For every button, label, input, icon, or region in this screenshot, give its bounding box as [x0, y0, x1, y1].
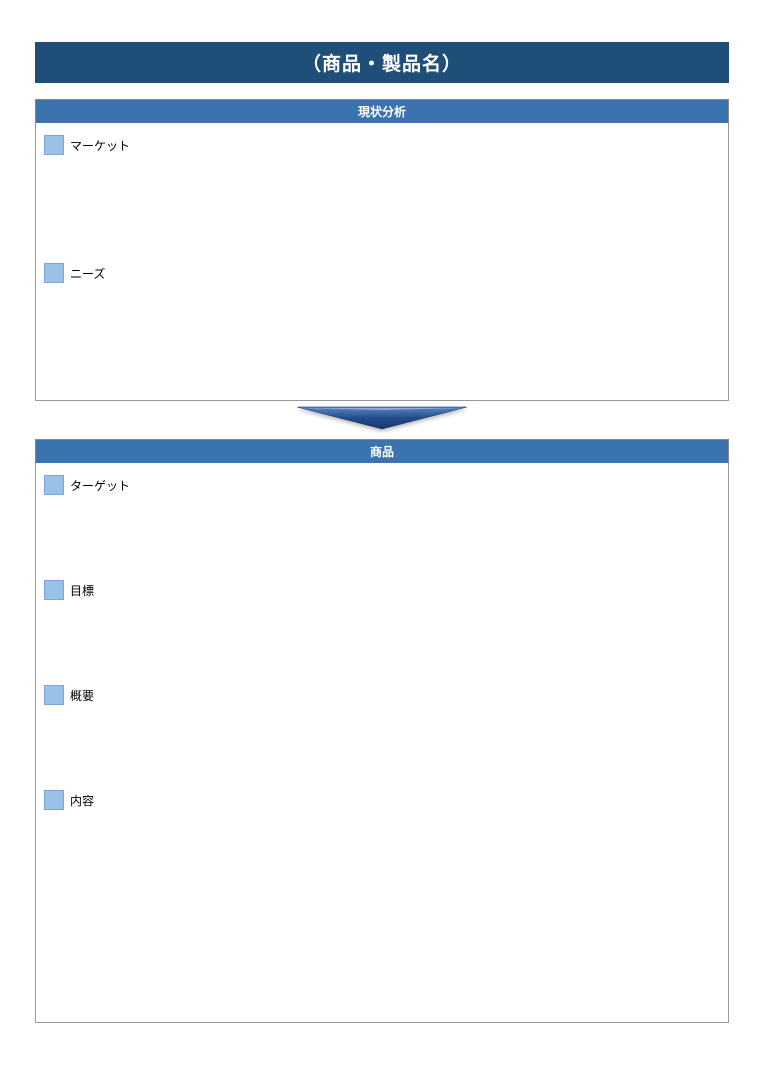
item-label-overview: 概要 — [70, 687, 94, 704]
item-market: マーケット — [44, 135, 720, 155]
section-body-product: ターゲット 目標 概要 内容 — [35, 463, 729, 1023]
item-label-content: 内容 — [70, 792, 94, 809]
section-header-product: 商品 — [35, 439, 729, 463]
section-body-analysis: マーケット ニーズ — [35, 123, 729, 401]
item-label-market: マーケット — [70, 137, 130, 154]
square-bullet-icon — [44, 790, 64, 810]
square-bullet-icon — [44, 685, 64, 705]
item-label-target: ターゲット — [70, 477, 130, 494]
section-header-analysis: 現状分析 — [35, 99, 729, 123]
square-bullet-icon — [44, 475, 64, 495]
square-bullet-icon — [44, 263, 64, 283]
arrow-down-icon — [297, 405, 467, 433]
item-content: 内容 — [44, 790, 720, 810]
item-label-needs: ニーズ — [70, 265, 105, 282]
item-label-goal: 目標 — [70, 582, 94, 599]
square-bullet-icon — [44, 580, 64, 600]
item-overview: 概要 — [44, 685, 720, 705]
item-goal: 目標 — [44, 580, 720, 600]
section-current-analysis: 現状分析 マーケット ニーズ — [35, 99, 729, 401]
item-needs: ニーズ — [44, 263, 720, 283]
flow-arrow — [35, 405, 729, 433]
section-product: 商品 ターゲット 目標 概要 内容 — [35, 439, 729, 1023]
document-title: （商品・製品名） — [35, 42, 729, 83]
item-target: ターゲット — [44, 475, 720, 495]
square-bullet-icon — [44, 135, 64, 155]
